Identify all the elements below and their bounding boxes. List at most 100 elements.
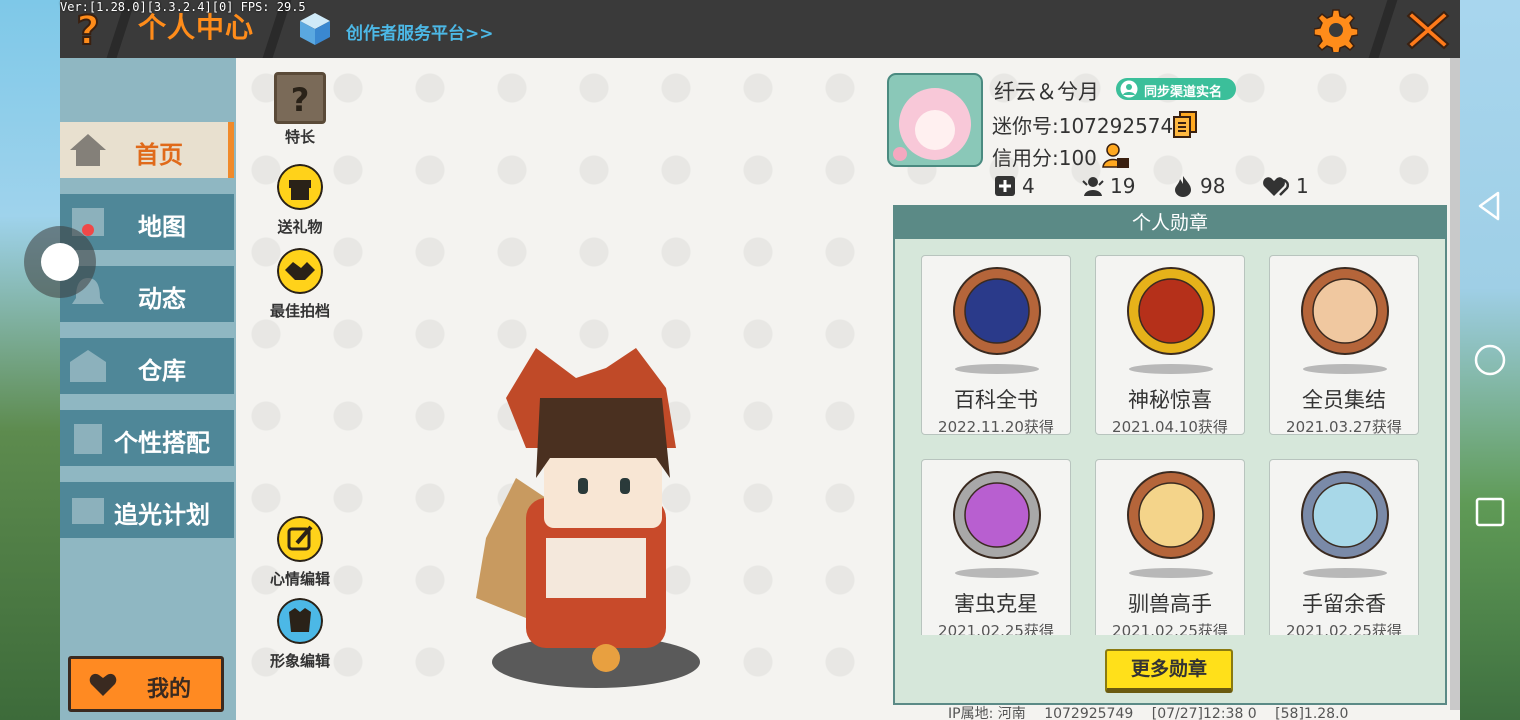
medal-date: 2021.02.25获得 xyxy=(1286,622,1402,635)
mine-button[interactable]: 我的 xyxy=(68,656,224,712)
recents-icon[interactable] xyxy=(1474,496,1506,528)
floating-ball-inner xyxy=(41,243,79,281)
send-gift-label: 送礼物 xyxy=(277,218,323,236)
stat-plus-value: 4 xyxy=(1022,174,1035,198)
credit-score: 信用分:100 xyxy=(992,146,1097,170)
sidebar-item-warehouse[interactable]: 仓库 xyxy=(60,338,234,394)
medal-card[interactable]: 百科全书 2022.11.20获得 xyxy=(921,255,1071,436)
mine-button-label: 我的 xyxy=(147,677,192,702)
footer-version: [58]1.28.0 xyxy=(1275,706,1349,720)
medal-shadow xyxy=(955,568,1039,578)
main-content: ? 特长 送礼物 最佳拍档 心情编辑 形象编辑 纤云＆兮月 同步渠道实名 迷你号… xyxy=(236,58,1460,720)
stat-plus[interactable]: 4 xyxy=(994,174,1035,198)
home-icon[interactable] xyxy=(1474,344,1506,376)
plus-box-icon xyxy=(995,176,1015,196)
back-icon[interactable] xyxy=(1474,190,1506,222)
footer-info: IP属地: 河南 1072925749 [07/27]12:38 0 [58]1… xyxy=(948,703,1362,720)
medal-shadow xyxy=(1129,364,1213,374)
mini-id: 迷你号:1072925749 xyxy=(992,114,1186,138)
background-left xyxy=(0,0,60,720)
gift-icon xyxy=(277,164,323,210)
profile-avatar[interactable] xyxy=(886,70,984,170)
medal-card[interactable]: 神秘惊喜 2021.04.10获得 xyxy=(1095,255,1245,436)
best-partner-label: 最佳拍档 xyxy=(269,302,330,320)
look-edit-button[interactable]: 形象编辑 xyxy=(260,598,340,671)
stat-heat-value: 98 xyxy=(1200,174,1226,198)
medal-name: 百科全书 xyxy=(954,388,1038,412)
cube-icon xyxy=(300,13,330,45)
medal-icon xyxy=(953,471,1041,559)
question-icon: ? xyxy=(274,72,326,124)
player-avatar[interactable] xyxy=(466,338,726,698)
more-medals-button[interactable]: 更多勋章 xyxy=(1105,649,1233,693)
medal-shadow xyxy=(1303,568,1387,578)
medal-icon xyxy=(1301,267,1389,355)
flame-icon xyxy=(1175,176,1191,197)
stat-fans-value: 19 xyxy=(1110,174,1136,198)
medal-card[interactable]: 驯兽高手 2021.02.25获得 xyxy=(1095,459,1245,635)
mood-edit-button[interactable]: 心情编辑 xyxy=(260,516,340,589)
specialty-label: 特长 xyxy=(284,128,315,146)
profile-info: 纤云＆兮月 同步渠道实名 迷你号:1072925749 信用分:100 4 19… xyxy=(886,70,1446,210)
sidebar-item-outfit[interactable]: 个性搭配 xyxy=(60,410,234,466)
medal-card[interactable]: 手留余香 2021.02.25获得 xyxy=(1269,459,1419,635)
medal-date: 2021.03.27获得 xyxy=(1286,418,1402,436)
stat-heat[interactable]: 98 xyxy=(1172,174,1225,198)
credit-info-icon[interactable] xyxy=(1102,142,1130,170)
medal-panel-title: 个人勋章 xyxy=(895,207,1445,239)
copy-icon[interactable] xyxy=(1172,110,1198,138)
close-icon[interactable] xyxy=(1404,6,1452,54)
medal-shadow xyxy=(1129,568,1213,578)
creator-platform-link[interactable]: 创作者服务平台>> xyxy=(346,19,494,44)
medal-date: 2022.11.20获得 xyxy=(938,418,1054,436)
stat-likes[interactable]: 1 xyxy=(1262,174,1309,198)
notification-dot xyxy=(82,224,94,236)
medal-card[interactable]: 害虫克星 2021.02.25获得 xyxy=(921,459,1071,635)
medal-card[interactable]: 全员集结 2021.03.27获得 xyxy=(1269,255,1419,436)
medal-panel: 个人勋章 百科全书 2022.11.20获得 神秘惊喜 2021.04.10获得 全员集… xyxy=(893,205,1447,705)
floating-assistant-ball[interactable] xyxy=(24,224,96,298)
verification-badge-label: 同步渠道实名 xyxy=(1144,85,1223,100)
handshake-icon xyxy=(277,248,323,294)
medal-date: 2021.02.25获得 xyxy=(938,622,1054,635)
sidebar-item-home[interactable]: 首页 xyxy=(60,122,234,178)
gear-icon[interactable] xyxy=(1314,8,1358,52)
footer-time: [07/27]12:38 0 xyxy=(1151,706,1257,720)
svg-text:?: ? xyxy=(291,81,310,119)
look-edit-label: 形象编辑 xyxy=(269,652,330,670)
outfit-edit-icon xyxy=(277,598,323,644)
android-nav-bar xyxy=(1460,0,1520,720)
verification-badge[interactable]: 同步渠道实名 xyxy=(1116,78,1236,100)
stat-fans[interactable]: 19 xyxy=(1082,174,1135,198)
medal-grid: 百科全书 2022.11.20获得 神秘惊喜 2021.04.10获得 全员集结 2021… xyxy=(921,255,1423,635)
medal-date: 2021.02.25获得 xyxy=(1112,622,1228,635)
sidebar: 首页 地图 动态 仓库 个性搭配 追光计划 我的 xyxy=(60,58,236,720)
medal-name: 手留余香 xyxy=(1302,592,1386,616)
profile-window: ? 个人中心 创作者服务平台>> 首页 地图 动态 仓库 个性搭配 追光计划 我… xyxy=(60,0,1460,720)
medal-icon xyxy=(953,267,1041,355)
sidebar-item-light-plan[interactable]: 追光计划 xyxy=(60,482,234,538)
medal-shadow xyxy=(955,364,1039,374)
title-separator xyxy=(1368,0,1398,58)
medal-name: 害虫克星 xyxy=(954,592,1038,616)
heart-icon xyxy=(1263,177,1289,196)
debug-fps-text: Ver:[1.28.0][3.3.2.4][0] FPS: 29.5 xyxy=(60,0,306,14)
medal-name: 神秘惊喜 xyxy=(1128,388,1212,412)
medal-date: 2021.04.10获得 xyxy=(1112,418,1228,436)
footer-uid: 1072925749 xyxy=(1044,706,1134,720)
sidebar-item-label: 仓库 xyxy=(138,357,186,385)
best-partner-button[interactable]: 最佳拍档 xyxy=(260,248,340,321)
heart-icon xyxy=(89,673,117,696)
medal-name: 全员集结 xyxy=(1302,388,1386,412)
medal-icon xyxy=(1301,471,1389,559)
ip-location: IP属地: 河南 xyxy=(948,706,1026,720)
stat-likes-value: 1 xyxy=(1296,174,1309,198)
profile-name: 纤云＆兮月 xyxy=(994,80,1099,104)
sidebar-item-label: 首页 xyxy=(135,141,183,169)
send-gift-button[interactable]: 送礼物 xyxy=(260,164,340,237)
medal-name: 驯兽高手 xyxy=(1128,592,1212,616)
medal-icon xyxy=(1127,267,1215,355)
specialty-button[interactable]: ? 特长 xyxy=(260,72,340,147)
mood-edit-label: 心情编辑 xyxy=(269,570,330,588)
scrollbar[interactable] xyxy=(1450,58,1460,710)
